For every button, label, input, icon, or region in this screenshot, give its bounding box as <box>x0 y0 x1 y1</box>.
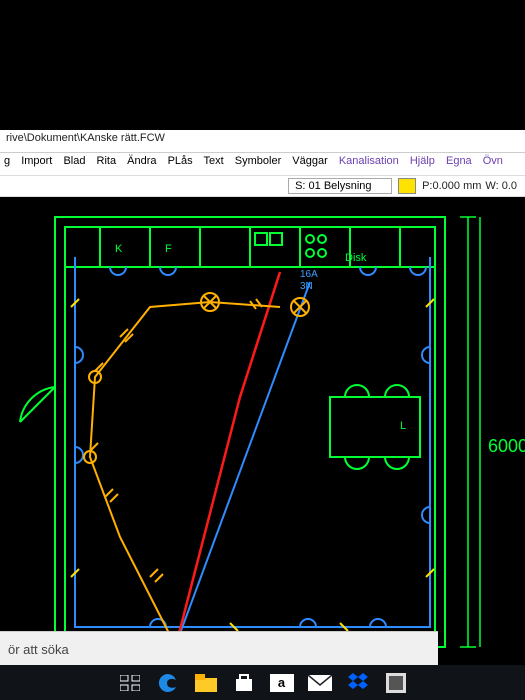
menu-item-blad[interactable]: Blad <box>63 155 85 167</box>
label-l: L <box>400 420 406 432</box>
label-amp: 16A <box>300 269 318 280</box>
menu-item[interactable]: g <box>4 155 10 167</box>
menu-item-symboler[interactable]: Symboler <box>235 155 281 167</box>
width-readout: W: 0.0 <box>485 180 517 192</box>
menu-item-egna[interactable]: Egna <box>446 155 472 167</box>
drawing-canvas[interactable]: 6000 <box>0 197 525 672</box>
menu-item-hjalp[interactable]: Hjälp <box>410 155 435 167</box>
menu-item-andra[interactable]: Ändra <box>127 155 156 167</box>
label-k: K <box>115 243 123 255</box>
mail-icon[interactable] <box>308 671 332 695</box>
task-view-icon[interactable] <box>118 671 142 695</box>
label-disk: Disk <box>345 252 367 264</box>
file-path: rive\Dokument\KAnske rätt.FCW <box>6 132 165 144</box>
color-swatch[interactable] <box>398 178 416 194</box>
menu-item-text[interactable]: Text <box>204 155 224 167</box>
amazon-icon[interactable]: a <box>270 674 294 692</box>
file-explorer-icon[interactable] <box>194 671 218 695</box>
app-icon[interactable] <box>384 671 408 695</box>
menu-item-kanalisation[interactable]: Kanalisation <box>339 155 399 167</box>
menu-item-plas[interactable]: PLås <box>168 155 193 167</box>
cad-drawing: 6000 <box>0 197 525 672</box>
search-bar[interactable]: ör att söka <box>0 631 438 666</box>
layer-field[interactable]: S: 01 Belysning <box>288 178 392 194</box>
taskbar: a <box>0 665 525 700</box>
store-icon[interactable] <box>232 671 256 695</box>
menu-item-vaggar[interactable]: Väggar <box>292 155 327 167</box>
label-f: F <box>165 243 172 255</box>
status-bar: S: 01 Belysning P:0.000 mm W: 0.0 <box>0 175 525 197</box>
position-readout: P:0.000 mm <box>422 180 481 192</box>
menu-bar: g Import Blad Rita Ändra PLås Text Symbo… <box>0 153 525 175</box>
menu-item-ovn[interactable]: Övn <box>483 155 503 167</box>
title-bar: rive\Dokument\KAnske rätt.FCW <box>0 130 525 153</box>
label-neutral: 3N <box>300 281 313 292</box>
menu-item-rita[interactable]: Rita <box>97 155 117 167</box>
dropbox-icon[interactable] <box>346 671 370 695</box>
app-window: rive\Dokument\KAnske rätt.FCW g Import B… <box>0 130 525 672</box>
menu-item-import[interactable]: Import <box>21 155 52 167</box>
edge-icon[interactable] <box>156 671 180 695</box>
search-placeholder: ör att söka <box>8 642 69 657</box>
dimension-right: 6000 <box>488 436 525 456</box>
